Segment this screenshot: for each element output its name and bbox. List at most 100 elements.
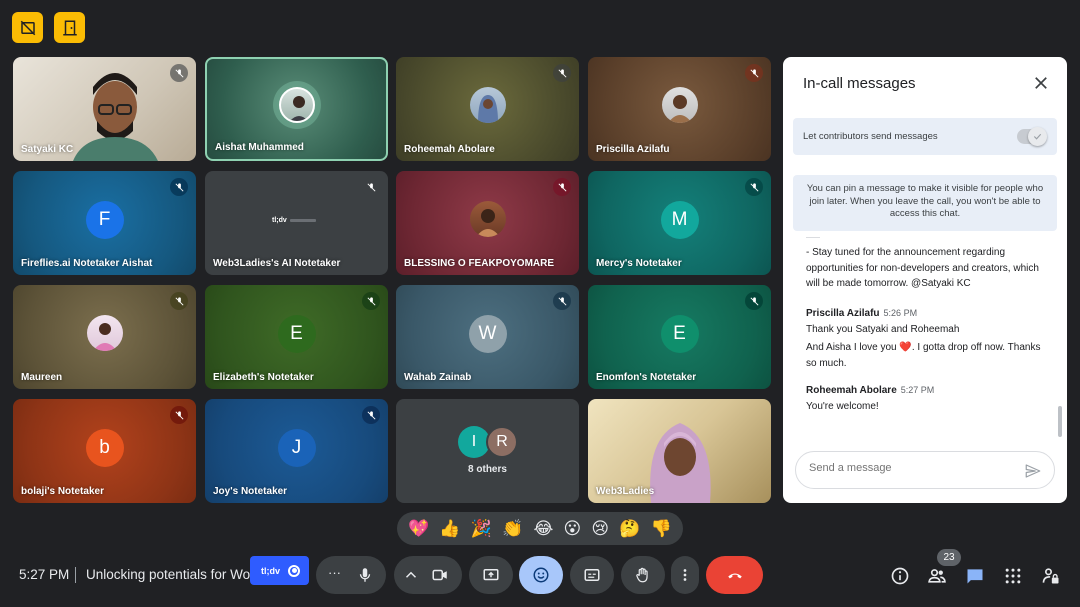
chat-title: In-call messages: [803, 75, 916, 92]
participant-name: Satyaki KC: [21, 144, 74, 155]
captions-button[interactable]: [570, 556, 614, 594]
video-controls: [394, 556, 462, 594]
muted-icon: [553, 292, 571, 310]
video-options-button[interactable]: [402, 566, 420, 589]
participant-name: Priscilla Azilafu: [596, 144, 670, 155]
chat-panel: In-call messages Let contributors send m…: [783, 57, 1067, 503]
host-controls-button[interactable]: [1040, 565, 1062, 587]
participant-tile[interactable]: Web3Ladies: [588, 399, 771, 503]
more-options-button[interactable]: [671, 556, 699, 594]
more-audio-options-button[interactable]: ···: [328, 565, 341, 580]
more-vert-icon: [683, 569, 687, 581]
avatar: [86, 315, 123, 351]
message-group: Priscilla Azilafu 5:26 PM Thank you Satya…: [806, 308, 1046, 372]
others-tile[interactable]: I R 8 others: [396, 399, 579, 503]
participant-tile[interactable]: Priscilla Azilafu: [588, 57, 771, 161]
avatar: W: [468, 315, 507, 353]
reactions-button[interactable]: [519, 556, 563, 594]
participant-tile[interactable]: Satyaki KC: [13, 57, 196, 161]
reaction-laughing[interactable]: 😂: [533, 519, 553, 539]
reaction-thumbs-up[interactable]: 👍: [439, 519, 460, 539]
message-time: 5:27 PM: [900, 385, 935, 395]
others-count-label: 8 others: [468, 464, 507, 475]
participant-name: Joy's Notetaker: [213, 486, 288, 497]
muted-icon: [745, 178, 763, 196]
participant-tile[interactable]: W Wahab Zainab: [396, 285, 579, 389]
tldv-recorder-button[interactable]: tl;dv: [250, 556, 309, 585]
hang-up-icon: [727, 573, 742, 579]
participant-name: Maureen: [21, 372, 63, 383]
message-sender: Roheemah Abolare: [806, 385, 897, 396]
participant-name: BLESSING O FEAKPOYOMARE: [404, 258, 555, 269]
toggle-knob: [1028, 127, 1047, 146]
participant-name: Mercy's Notetaker: [596, 258, 682, 269]
emoji-icon: [533, 567, 549, 583]
reaction-sparkling-heart[interactable]: 💖: [408, 519, 429, 539]
muted-icon: [170, 178, 188, 196]
meeting-details-button[interactable]: [889, 565, 911, 587]
participant-tile[interactable]: BLESSING O FEAKPOYOMARE: [396, 171, 579, 275]
reaction-surprised[interactable]: 😮: [564, 519, 582, 539]
microphone-icon: [359, 568, 371, 582]
reaction-clapping[interactable]: 👏: [502, 519, 523, 539]
close-chat-button[interactable]: [1031, 73, 1051, 93]
tldv-label: tl;dv: [261, 565, 280, 576]
avatar: [278, 87, 315, 123]
participant-tile[interactable]: Maureen: [13, 285, 196, 389]
participant-tile[interactable]: M Mercy's Notetaker: [588, 171, 771, 275]
send-icon[interactable]: [1024, 462, 1042, 480]
participant-tile[interactable]: tl;dv Web3Ladies's AI Notetaker: [205, 171, 388, 275]
participant-tile[interactable]: E Elizabeth's Notetaker: [205, 285, 388, 389]
participant-tile-speaking[interactable]: Aishat Muhammed: [205, 57, 388, 161]
participant-tile[interactable]: F Fireflies.ai Notetaker Aishat: [13, 171, 196, 275]
people-icon: [928, 569, 946, 583]
muted-icon: [553, 64, 571, 82]
avatar: R: [486, 426, 518, 458]
present-screen-icon: [483, 569, 499, 581]
audio-controls: ···: [316, 556, 386, 594]
reaction-thumbs-down[interactable]: 👎: [651, 519, 672, 539]
leave-call-button[interactable]: [706, 556, 763, 594]
avatar: [469, 201, 506, 237]
participant-name: Elizabeth's Notetaker: [213, 372, 314, 383]
hide-tiles-button[interactable]: [12, 12, 43, 43]
present-screen-button[interactable]: [469, 556, 513, 594]
avatar: J: [277, 429, 316, 467]
message-group: Roheemah Abolare 5:27 PM You're welcome!: [806, 385, 1046, 415]
reaction-thinking[interactable]: 🤔: [619, 519, 640, 539]
contributor-messages-toggle[interactable]: [1017, 127, 1047, 146]
activities-button[interactable]: [1002, 565, 1024, 587]
apps-grid-icon: [1005, 568, 1021, 584]
reactions-bar: 💖 👍 🎉 👏 😂 😮 😢 🤔 👎: [397, 512, 683, 545]
participant-tile[interactable]: b bolaji's Notetaker: [13, 399, 196, 503]
message-sender: Priscilla Azilafu: [806, 307, 880, 319]
avatar: [469, 87, 506, 123]
exit-door-button[interactable]: [54, 12, 85, 43]
chevron-up-icon: [405, 571, 417, 578]
raise-hand-button[interactable]: [621, 556, 665, 594]
reaction-party-popper[interactable]: 🎉: [471, 519, 492, 539]
message-text: And Aisha I love you ❤️. I gotta drop of…: [806, 342, 1041, 369]
muted-icon: [553, 178, 571, 196]
participant-tile[interactable]: J Joy's Notetaker: [205, 399, 388, 503]
info-icon: [891, 567, 909, 585]
people-button[interactable]: [926, 565, 948, 587]
participant-tile[interactable]: Roheemah Abolare: [396, 57, 579, 161]
send-message-input[interactable]: [809, 462, 1009, 474]
meet-window: Satyaki KC Aishat Muhammed Roheemah Abol…: [0, 0, 1080, 607]
reaction-crying[interactable]: 😢: [591, 519, 609, 539]
participant-tile[interactable]: E Enomfon's Notetaker: [588, 285, 771, 389]
avatar: F: [85, 201, 124, 239]
chat-icon: [967, 569, 983, 584]
chat-scrollbar[interactable]: [1058, 406, 1062, 437]
tldv-logo: tl;dv: [272, 213, 320, 227]
camera-icon: [432, 569, 447, 581]
pin-info-banner: You can pin a message to make it visible…: [793, 175, 1057, 231]
chat-button[interactable]: [964, 565, 986, 587]
participant-name: Wahab Zainab: [404, 372, 472, 383]
camera-button[interactable]: [423, 558, 457, 592]
microphone-button[interactable]: [348, 558, 382, 592]
check-icon: [1033, 133, 1042, 140]
avatar: [661, 87, 698, 123]
participant-name: Fireflies.ai Notetaker Aishat: [21, 258, 153, 269]
